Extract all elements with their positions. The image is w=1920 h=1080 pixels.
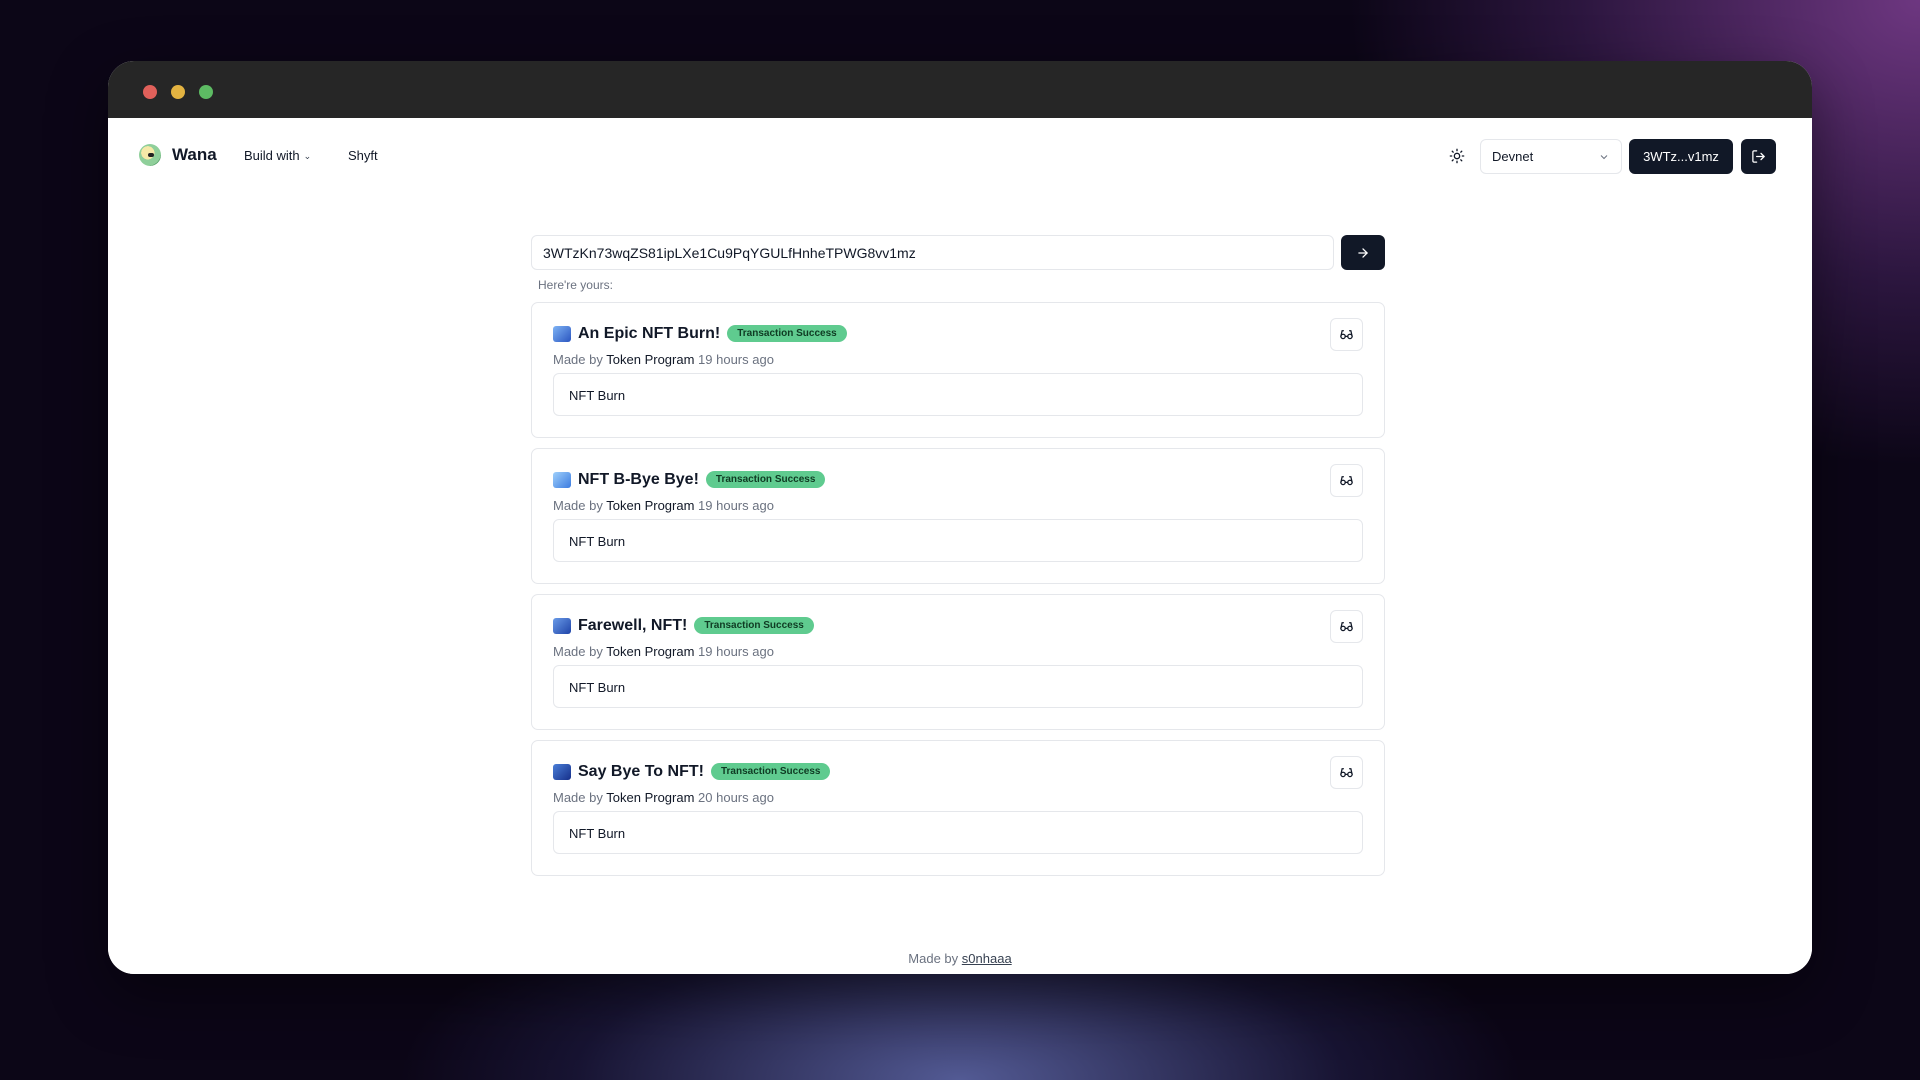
brand-name[interactable]: Wana	[172, 145, 217, 165]
wallet-button[interactable]: 3WTz...v1mz	[1629, 139, 1733, 174]
glasses-icon	[1340, 768, 1353, 778]
card-title-row: An Epic NFT Burn! Transaction Success	[578, 325, 847, 343]
card-description: NFT Burn	[553, 373, 1363, 416]
status-badge: Transaction Success	[694, 617, 814, 634]
card-meta: Made by Token Program 19 hours ago	[553, 352, 774, 367]
view-details-button[interactable]	[1330, 464, 1363, 497]
card-title: Farewell, NFT!	[578, 617, 688, 634]
made-by-label: Made by	[553, 352, 603, 367]
status-badge: Transaction Success	[705, 471, 826, 488]
author-name: Token Program	[606, 352, 695, 367]
made-by-label: Made by	[553, 498, 603, 513]
chevron-down-icon	[1600, 155, 1608, 160]
card-meta: Made by Token Program 19 hours ago	[553, 644, 774, 659]
transaction-card: Farewell, NFT! Transaction Success Made b…	[531, 594, 1385, 730]
made-by-label: Made by	[553, 790, 603, 805]
card-title: NFT B-Bye Bye!	[578, 471, 699, 488]
maximize-dot[interactable]	[199, 85, 213, 99]
top-nav: Wana Build with ⌄ Shyft Devnet 3WTz...v1m…	[108, 118, 1812, 194]
timestamp: 19 hours ago	[698, 498, 774, 513]
search-submit-button[interactable]	[1341, 235, 1385, 270]
card-description: NFT Burn	[553, 811, 1363, 854]
logo-icon[interactable]	[139, 144, 161, 166]
nft-icon	[553, 326, 571, 342]
timestamp: 19 hours ago	[698, 644, 774, 659]
build-with-label: Build with	[244, 148, 300, 163]
sun-icon	[1449, 148, 1465, 164]
nft-icon	[553, 472, 571, 488]
arrow-right-icon	[1358, 247, 1368, 258]
status-badge: Transaction Success	[727, 325, 847, 342]
card-title-row: Say Bye To NFT! Transaction Success	[578, 763, 831, 781]
glasses-icon	[1340, 476, 1353, 486]
made-by-label: Made by	[553, 644, 603, 659]
glasses-icon	[1340, 622, 1353, 632]
glasses-icon	[1340, 330, 1353, 340]
card-description: NFT Burn	[553, 665, 1363, 708]
card-description: NFT Burn	[553, 519, 1363, 562]
theme-toggle-button[interactable]	[1442, 141, 1472, 171]
timestamp: 20 hours ago	[698, 790, 774, 805]
transaction-card: An Epic NFT Burn! Transaction Success Mad…	[531, 302, 1385, 438]
view-details-button[interactable]	[1330, 756, 1363, 789]
card-title-row: NFT B-Bye Bye! Transaction Success	[578, 471, 826, 489]
results-hint: Here're yours:	[538, 278, 613, 292]
card-title: An Epic NFT Burn!	[578, 325, 721, 342]
page-content: Wana Build with ⌄ Shyft Devnet 3WTz...v1m…	[108, 118, 1812, 974]
timestamp: 19 hours ago	[698, 352, 774, 367]
card-meta: Made by Token Program 20 hours ago	[553, 790, 774, 805]
wallet-address-input[interactable]	[531, 235, 1334, 270]
transaction-card: Say Bye To NFT! Transaction Success Made …	[531, 740, 1385, 876]
logout-icon	[1752, 150, 1765, 163]
build-with-menu[interactable]: Build with ⌄	[244, 148, 311, 163]
card-meta: Made by Token Program 19 hours ago	[553, 498, 774, 513]
nft-icon	[553, 764, 571, 780]
view-details-button[interactable]	[1330, 610, 1363, 643]
nft-icon	[553, 618, 571, 634]
card-title-row: Farewell, NFT! Transaction Success	[578, 617, 814, 635]
chevron-down-icon: ⌄	[303, 151, 312, 161]
network-select[interactable]: Devnet	[1480, 139, 1622, 174]
close-dot[interactable]	[143, 85, 157, 99]
card-title: Say Bye To NFT!	[578, 763, 704, 780]
browser-window: Wana Build with ⌄ Shyft Devnet 3WTz...v1m…	[108, 61, 1812, 974]
author-name: Token Program	[606, 644, 695, 659]
author-name: Token Program	[606, 498, 695, 513]
window-titlebar	[108, 61, 1812, 118]
status-badge: Transaction Success	[710, 763, 831, 780]
footer-text: Made by	[908, 951, 959, 966]
shyft-link[interactable]: Shyft	[348, 148, 378, 163]
network-select-value: Devnet	[1492, 149, 1534, 164]
transaction-card: NFT B-Bye Bye! Transaction Success Made b…	[531, 448, 1385, 584]
view-details-button[interactable]	[1330, 318, 1363, 351]
logout-button[interactable]	[1741, 139, 1776, 174]
author-name: Token Program	[606, 790, 695, 805]
minimize-dot[interactable]	[171, 85, 185, 99]
author-link[interactable]: s0nhaaa	[962, 951, 1012, 966]
page-footer: Made by s0nhaaa	[108, 951, 1812, 966]
